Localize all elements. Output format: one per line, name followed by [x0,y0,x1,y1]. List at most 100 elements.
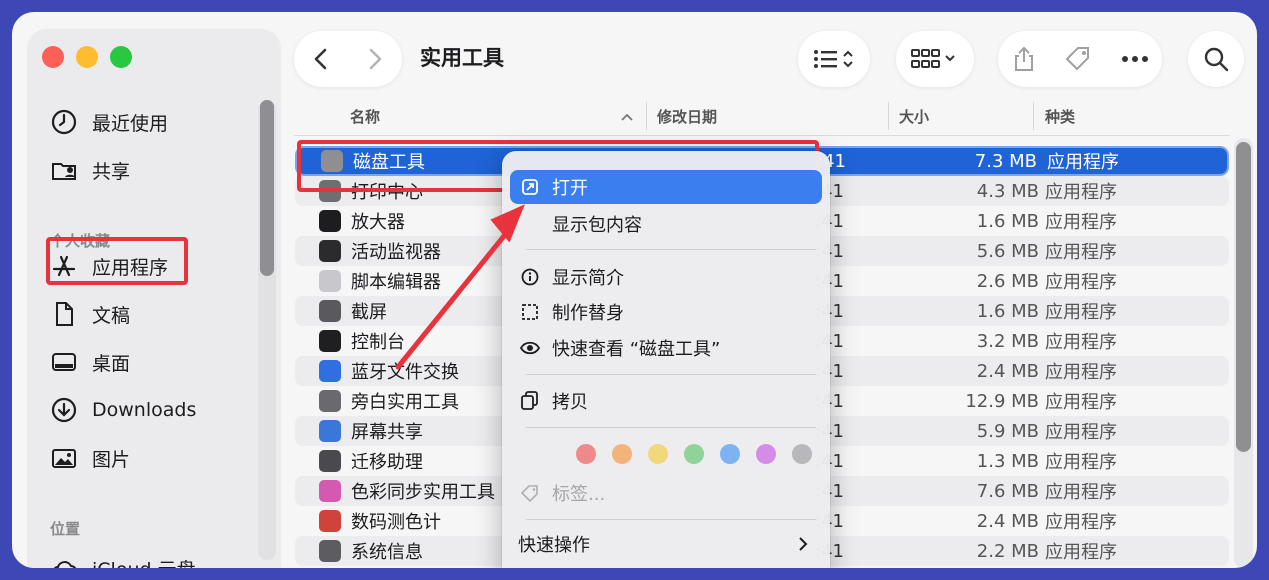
app-icon [319,300,341,322]
group-button[interactable] [896,31,974,87]
column-separator[interactable] [888,102,889,130]
menu-item-copy[interactable]: 拷贝 [518,384,820,418]
highlight-box-applications [46,237,188,285]
download-icon [51,397,77,423]
sort-ascending-icon[interactable] [620,112,634,122]
file-size: 2.6 MB [976,270,1039,292]
menu-item-quick-actions[interactable]: 快速操作 [518,527,820,561]
sidebar-item-desktop[interactable]: 桌面 [50,342,130,382]
app-icon [319,330,341,352]
info-icon [518,268,542,286]
file-size: 1.3 MB [976,450,1039,472]
menu-item-label: 显示简介 [552,268,624,289]
sidebar-item-downloads[interactable]: Downloads [50,390,196,430]
eye-icon [518,341,542,355]
tag-color-dot[interactable] [756,444,776,464]
file-name: 屏幕共享 [351,422,423,443]
forward-button[interactable] [365,47,385,71]
sidebar-item-label: 桌面 [92,352,131,375]
search-icon [1204,47,1229,72]
menu-separator [526,519,816,520]
context-menu: 打开 显示包内容 显示简介 制作替身 快速查看 “磁盘工具” 拷贝 标签... … [502,151,830,568]
alias-icon [518,303,542,321]
sidebar-item-documents[interactable]: 文稿 [50,294,130,334]
sidebar-item-label: iCloud 云盘 [92,555,196,569]
tag-icon [1065,47,1089,71]
column-header-name[interactable]: 名称 [350,106,380,127]
tag-color-dot[interactable] [648,444,668,464]
sidebar-item-recents[interactable]: 最近使用 [50,102,168,142]
share-icon [1015,46,1034,71]
tag-color-dot[interactable] [684,444,704,464]
file-size: 1.6 MB [976,300,1039,322]
file-name: 蓝牙文件交换 [351,362,459,383]
file-name: 活动监视器 [351,242,441,263]
main-scrollbar[interactable] [1236,142,1251,452]
menu-item-label: 标签... [552,484,606,505]
file-size: 7.3 MB [974,150,1037,172]
column-separator[interactable] [646,102,647,130]
list-view-icon [814,50,853,68]
copy-icon [518,391,542,411]
menu-separator [526,374,816,375]
back-button[interactable] [311,47,331,71]
photo-icon [52,449,76,468]
view-list-button[interactable] [798,31,870,87]
app-icon [319,210,341,232]
file-kind: 应用程序 [1045,362,1117,383]
sidebar: 最近使用 共享 个人收藏 应用程序 文稿 桌面 Downloads 图片 位置 [28,30,280,568]
app-icon [319,240,341,262]
menu-item-tags[interactable]: 标签... [518,476,820,510]
tag-color-dot[interactable] [612,444,632,464]
close-button[interactable] [42,46,64,68]
zoom-button[interactable] [110,46,132,68]
menu-item-label: 显示包内容 [552,215,642,236]
sidebar-scrollbar[interactable] [260,100,274,276]
file-size: 2.4 MB [976,360,1039,382]
grid-view-icon [911,49,955,68]
file-size: 7.6 MB [976,480,1039,502]
shared-folder-icon [52,163,76,180]
sidebar-item-pictures[interactable]: 图片 [50,438,130,478]
column-separator[interactable] [1033,102,1034,130]
column-header-size[interactable]: 大小 [899,106,929,127]
app-icon [319,450,341,472]
column-header-kind[interactable]: 种类 [1045,106,1075,127]
more-button[interactable] [1121,55,1149,63]
chevron-right-icon [369,48,382,70]
sidebar-item-label: 共享 [92,160,131,183]
menu-item-get-info[interactable]: 显示简介 [518,260,820,294]
file-kind: 应用程序 [1047,152,1119,173]
sidebar-item-icloud[interactable]: iCloud 云盘 [50,548,196,568]
chevron-right-icon [799,537,808,551]
menu-item-show-package[interactable]: 显示包内容 [518,207,820,241]
tag-color-dot[interactable] [576,444,596,464]
share-button[interactable] [1011,45,1037,73]
nav-buttons [294,31,402,87]
finder-window: 最近使用 共享 个人收藏 应用程序 文稿 桌面 Downloads 图片 位置 [12,12,1257,568]
file-size: 2.2 MB [976,540,1039,562]
action-buttons [998,31,1162,87]
clock-icon [51,109,77,135]
file-name: 截屏 [351,302,387,323]
tag-button[interactable] [1064,45,1094,73]
file-name: 系统信息 [351,542,423,563]
tag-color-dot[interactable] [792,444,812,464]
menu-item-quick-look[interactable]: 快速查看 “磁盘工具” [518,331,820,365]
sidebar-item-shared[interactable]: 共享 [50,150,130,190]
sidebar-item-label: 最近使用 [92,112,169,135]
file-name: 迁移助理 [351,452,423,473]
minimize-button[interactable] [76,46,98,68]
file-kind: 应用程序 [1045,272,1117,293]
desktop-icon [52,353,76,371]
file-size: 2.4 MB [976,510,1039,532]
file-kind: 应用程序 [1045,302,1117,323]
file-size: 5.6 MB [976,240,1039,262]
sidebar-item-label: Downloads [92,399,197,421]
search-button[interactable] [1188,31,1244,87]
menu-item-make-alias[interactable]: 制作替身 [518,295,820,329]
file-size: 12.9 MB [965,390,1039,412]
column-header-modified[interactable]: 修改日期 [657,106,717,127]
tag-color-dot[interactable] [720,444,740,464]
menu-item-open[interactable]: 打开 [510,170,822,204]
